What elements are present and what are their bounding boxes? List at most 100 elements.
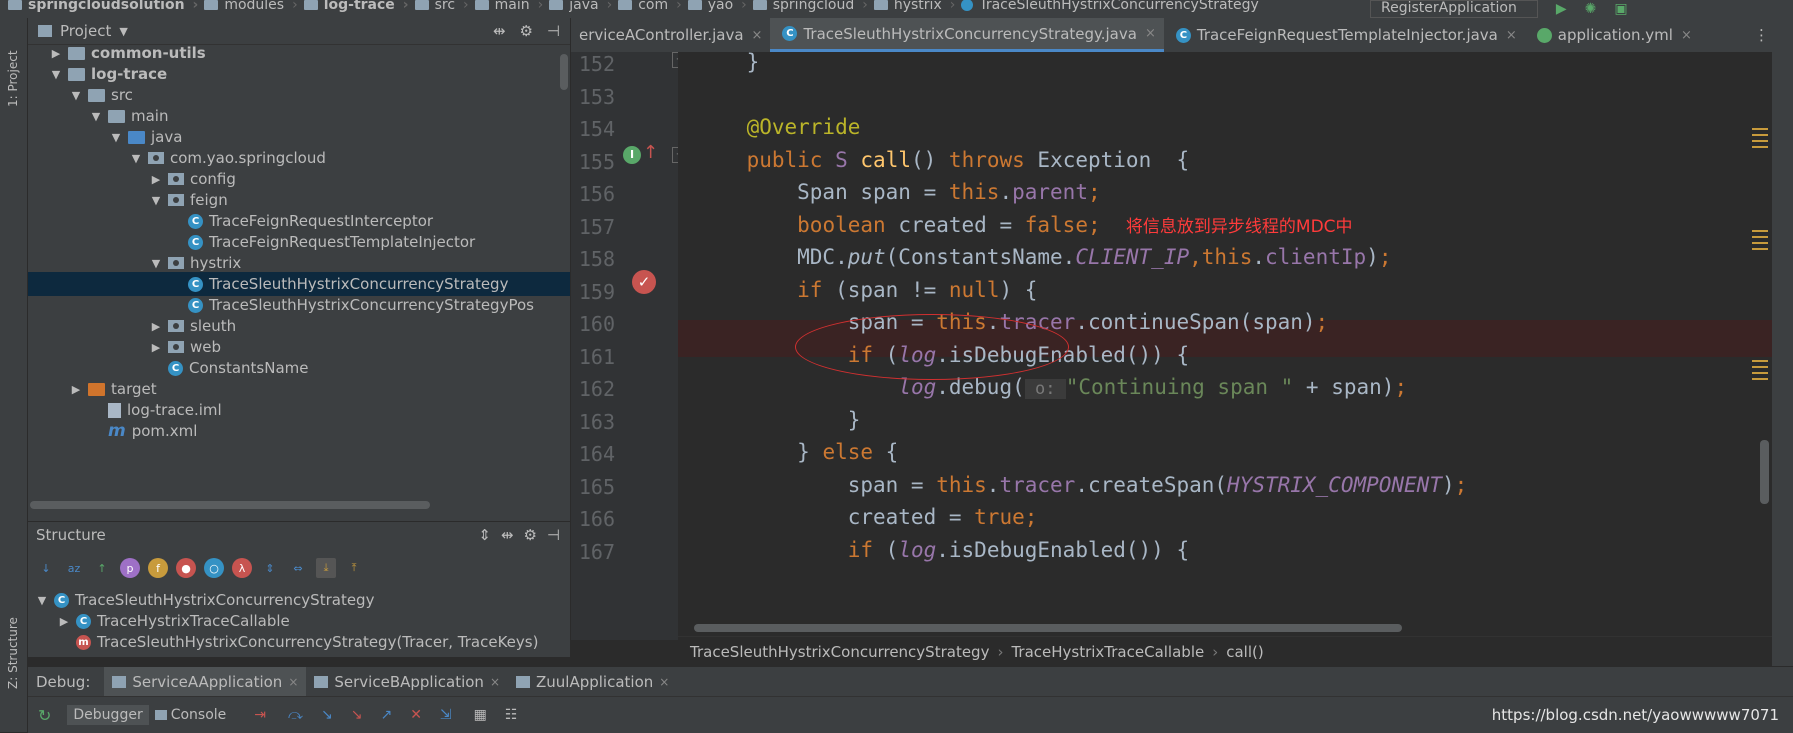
chevron-down-icon[interactable]: ▼: [34, 594, 50, 607]
debug-session-tab[interactable]: ZuulApplication ×: [508, 667, 677, 697]
hide-icon[interactable]: ⊣: [547, 22, 560, 40]
project-tool-tab[interactable]: 1: Project: [2, 34, 24, 124]
gear-icon[interactable]: ⚙: [519, 22, 532, 40]
show-fields-icon[interactable]: f: [148, 558, 168, 578]
close-icon[interactable]: ×: [490, 675, 500, 689]
chevron-right-icon[interactable]: ▶: [148, 173, 164, 186]
breadcrumb-item[interactable]: hystrix ›: [873, 0, 955, 13]
step-into-icon[interactable]: ↘: [321, 707, 333, 723]
step-out-icon[interactable]: ↗: [380, 707, 392, 723]
console-tab[interactable]: Console: [171, 707, 227, 723]
editor-breadcrumb-item[interactable]: call(): [1226, 643, 1263, 661]
rerun-icon[interactable]: ↻: [38, 706, 51, 725]
class-icon: C: [188, 297, 203, 313]
horizontal-scrollbar[interactable]: [30, 501, 430, 509]
show-execution-point-icon[interactable]: ⇥: [254, 707, 266, 723]
sort-by-visibility-icon[interactable]: ↓: [36, 558, 56, 578]
run-to-cursor-icon[interactable]: ⇲: [440, 707, 452, 723]
project-view-icon: [38, 25, 52, 37]
close-icon[interactable]: ×: [1506, 28, 1517, 43]
chevron-right-icon[interactable]: ▶: [148, 341, 164, 354]
close-icon[interactable]: ×: [1681, 28, 1692, 43]
debug-icon[interactable]: ✺: [1585, 1, 1597, 17]
hide-icon[interactable]: ⊣: [547, 526, 560, 544]
project-tool-tab-label: 1: Project: [6, 50, 20, 108]
breadcrumb-item[interactable]: yao ›: [687, 0, 747, 13]
breadcrumb-separator: ›: [606, 0, 613, 13]
coverage-icon[interactable]: ▣: [1614, 1, 1627, 17]
chevron-down-icon[interactable]: ▼: [148, 257, 164, 270]
chevron-down-icon[interactable]: ▼: [148, 194, 164, 207]
breadcrumb-item[interactable]: log-trace ›: [303, 0, 409, 13]
show-properties-icon[interactable]: p: [120, 558, 140, 578]
breadcrumb-item[interactable]: modules ›: [204, 0, 298, 13]
run-icon[interactable]: ▶: [1556, 1, 1567, 17]
debugger-tab[interactable]: Debugger: [67, 705, 149, 725]
gear-icon[interactable]: ⚙: [523, 526, 536, 544]
collapse-all-icon[interactable]: ⇹: [501, 526, 514, 544]
trace-icon[interactable]: ☷: [505, 707, 518, 723]
breadcrumb-item[interactable]: com ›: [618, 0, 682, 13]
chevron-right-icon[interactable]: ▶: [56, 615, 72, 628]
chevron-down-icon[interactable]: ▼: [108, 131, 124, 144]
structure-tree-item[interactable]: m TraceSleuthHystrixConcurrencyStrategy(T…: [28, 630, 538, 654]
expand-all-icon[interactable]: ⇕: [478, 526, 491, 544]
folder-icon: [618, 0, 633, 10]
chevron-down-icon[interactable]: ▼: [88, 110, 104, 123]
breadcrumb-item[interactable]: springcloud ›: [752, 0, 868, 13]
drop-frame-icon[interactable]: ✕: [410, 707, 422, 723]
chevron-down-icon[interactable]: ▼: [128, 152, 144, 165]
chevron-down-icon[interactable]: ▼: [48, 68, 64, 81]
breadcrumb-item[interactable]: java ›: [549, 0, 612, 13]
autoscroll-from-source-icon[interactable]: ⤒: [344, 558, 364, 578]
editor-breadcrumb-item[interactable]: TraceSleuthHystrixConcurrencyStrategy: [690, 643, 989, 661]
horizontal-scrollbar[interactable]: [694, 624, 1402, 632]
close-icon[interactable]: ×: [659, 675, 669, 689]
close-icon[interactable]: ×: [752, 28, 763, 43]
structure-tool-tab[interactable]: Z: Structure: [2, 603, 24, 703]
run-config-select[interactable]: RegisterApplication: [1370, 0, 1538, 18]
tabs-overflow-icon[interactable]: ⋮: [1754, 26, 1769, 44]
editor-gutter[interactable]: 152 153 154 155 156 157 158 159 160 161 162 163 164 1…: [571, 52, 688, 640]
project-tree-item[interactable]: m pom.xml: [28, 419, 570, 443]
debug-session-tab[interactable]: ServiceBApplication ×: [306, 667, 508, 697]
show-lambdas-icon[interactable]: λ: [232, 558, 252, 578]
breadcrumb-item[interactable]: main ›: [474, 0, 543, 13]
collapse-all-icon[interactable]: ⇹: [493, 22, 506, 40]
implements-method-icon[interactable]: I: [623, 146, 641, 164]
editor-tab[interactable]: C TraceSleuthHystrixConcurrencyStrategy.j…: [770, 18, 1164, 52]
chevron-right-icon[interactable]: ▶: [48, 47, 64, 60]
chevron-down-icon[interactable]: ▼: [119, 25, 127, 38]
show-inherited-icon[interactable]: ↑: [92, 558, 112, 578]
project-panel-title[interactable]: Project: [60, 22, 111, 40]
show-anonymous-icon[interactable]: ○: [204, 558, 224, 578]
vertical-scrollbar[interactable]: [560, 54, 568, 90]
code-editor[interactable]: } @Override public S call() throws Excep…: [678, 52, 1772, 640]
breadcrumb-item[interactable]: src ›: [414, 0, 469, 13]
debug-session-tab[interactable]: ServiceAApplication ×: [104, 667, 307, 697]
breadcrumb-item[interactable]: TraceSleuthHystrixConcurrencyStrategy: [961, 0, 1259, 13]
expand-icon[interactable]: ⇕: [260, 558, 280, 578]
breakpoint-icon[interactable]: ✓: [632, 270, 656, 294]
close-icon[interactable]: ×: [288, 675, 298, 689]
evaluate-expression-icon[interactable]: ▦: [474, 707, 487, 723]
sort-alphabetically-icon[interactable]: az: [64, 558, 84, 578]
chevron-right-icon[interactable]: ▶: [148, 320, 164, 333]
line-number: 159: [578, 279, 615, 304]
chevron-right-icon[interactable]: ▶: [68, 383, 84, 396]
vertical-scrollbar[interactable]: [1760, 440, 1769, 504]
editor-tab[interactable]: erviceAController.java ×: [571, 18, 770, 52]
editor-tab[interactable]: C TraceFeignRequestTemplateInjector.java ×: [1164, 18, 1525, 52]
debug-session-label: ServiceAApplication: [132, 673, 283, 691]
breadcrumb-item[interactable]: springcloudsolution ›: [8, 0, 198, 13]
force-step-into-icon[interactable]: ↘: [351, 707, 363, 723]
close-icon[interactable]: ×: [1145, 26, 1156, 41]
step-over-icon[interactable]: ⤼: [288, 707, 303, 723]
editor-tab[interactable]: application.yml ×: [1525, 18, 1700, 52]
collapse-icon[interactable]: ⇔: [288, 558, 308, 578]
code-token: put: [847, 245, 886, 269]
show-non-public-icon[interactable]: ●: [176, 558, 196, 578]
editor-breadcrumb-item[interactable]: TraceHystrixTraceCallable: [1011, 643, 1204, 661]
autoscroll-to-source-icon[interactable]: ⤓: [316, 558, 336, 578]
chevron-down-icon[interactable]: ▼: [68, 89, 84, 102]
